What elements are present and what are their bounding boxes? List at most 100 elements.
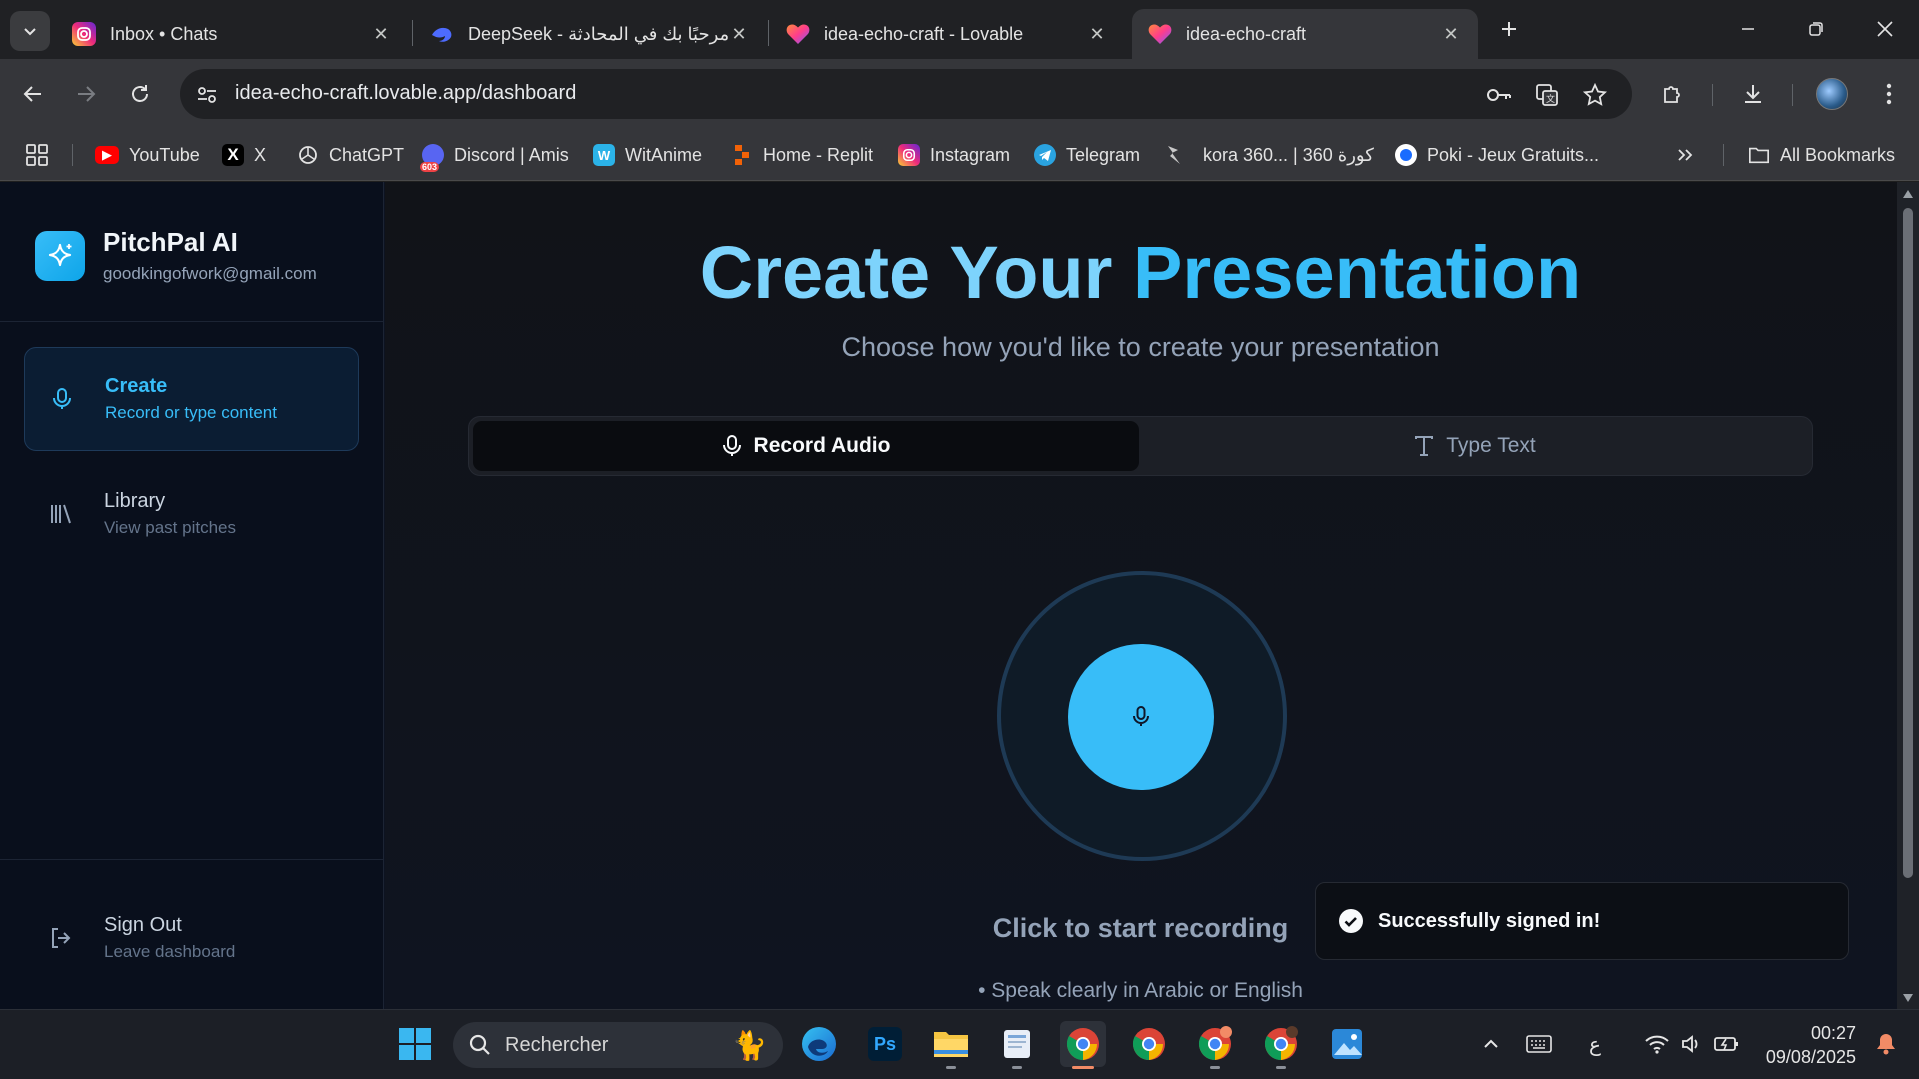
downloads-button[interactable]	[1736, 77, 1770, 111]
bookmark-poki[interactable]: Poki - Jeux Gratuits...	[1395, 141, 1599, 169]
windows-taskbar: Rechercher 🐈 Ps ع 00:27 09/08/2025	[0, 1009, 1919, 1079]
taskbar-chrome-profile-2[interactable]	[1192, 1021, 1238, 1069]
taskbar-photos[interactable]	[1324, 1021, 1370, 1067]
bookmark-label: Discord | Amis	[454, 144, 569, 165]
minimize-button[interactable]	[1726, 8, 1770, 50]
replit-icon	[731, 144, 753, 166]
forward-button[interactable]	[68, 76, 104, 112]
sidebar-item-library[interactable]: Library View past pitches	[24, 462, 359, 566]
deepseek-whale-icon	[430, 22, 454, 46]
tab-deepseek[interactable]: DeepSeek - مرحبًا بك في المحادثة ✕	[414, 9, 766, 59]
translate-icon[interactable]: 文	[1534, 82, 1560, 108]
tab-lovable-editor[interactable]: idea-echo-craft - Lovable ✕	[770, 9, 1124, 59]
bookmark-replit[interactable]: Home - Replit	[731, 141, 873, 169]
edge-icon	[802, 1027, 836, 1061]
sidebar: PitchPal AI goodkingofwork@gmail.com Cre…	[0, 182, 384, 1009]
recording-hint: • Speak clearly in Arabic or English	[978, 979, 1303, 1002]
toast-message: Successfully signed in!	[1378, 909, 1601, 932]
bookmark-discord[interactable]: 603 Discord | Amis	[420, 141, 569, 172]
reload-button[interactable]	[122, 76, 158, 112]
type-text-tab[interactable]: Type Text	[1141, 421, 1809, 471]
bookmark-label: YouTube	[129, 144, 200, 165]
clock-date[interactable]: 09/08/2025	[1740, 1047, 1856, 1068]
bookmark-star-icon[interactable]	[1582, 82, 1608, 108]
volume-icon	[1682, 1035, 1698, 1053]
bookmark-witanime[interactable]: W WitAnime	[593, 141, 702, 169]
telegram-icon	[1034, 144, 1056, 166]
start-recording-button[interactable]	[1068, 644, 1214, 790]
profile-avatar[interactable]	[1816, 78, 1848, 110]
bookmark-kora[interactable]: kora 360... | كورة 360	[1163, 141, 1374, 169]
bookmark-chatgpt[interactable]: ChatGPT	[297, 141, 404, 169]
sidebar-item-create[interactable]: Create Record or type content	[24, 347, 359, 451]
input-language-button[interactable]: ع	[1572, 1021, 1618, 1067]
page-subtitle: Choose how you'd like to create your pre…	[841, 332, 1440, 362]
chevron-up-icon	[1484, 1039, 1498, 1048]
browser-menu-button[interactable]	[1872, 77, 1906, 111]
discord-icon: 603	[420, 144, 444, 172]
sign-out-button[interactable]: Sign Out Leave dashboard	[24, 886, 359, 990]
start-button[interactable]	[392, 1021, 438, 1067]
chrome-icon	[1264, 1026, 1298, 1060]
taskbar-chrome-active[interactable]	[1060, 1021, 1106, 1069]
record-audio-tab[interactable]: Record Audio	[473, 421, 1139, 471]
page-title: Create Your Presentation	[385, 230, 1896, 315]
tab-search-button[interactable]	[10, 11, 50, 51]
restore-button[interactable]	[1794, 8, 1838, 50]
notifications-button[interactable]	[1866, 1021, 1906, 1067]
bookmark-label: Telegram	[1066, 144, 1141, 165]
bookmark-x[interactable]: X X	[222, 141, 266, 169]
close-tab-icon[interactable]: ✕	[370, 23, 392, 45]
record-audio-label: Record Audio	[753, 434, 891, 457]
brand-header: PitchPal AI goodkingofwork@gmail.com	[35, 227, 317, 284]
taskbar-file-explorer[interactable]	[928, 1021, 974, 1069]
all-bookmarks-label: All Bookmarks	[1780, 144, 1896, 165]
taskbar-edge[interactable]	[796, 1021, 842, 1067]
more-vert-icon	[1886, 83, 1892, 105]
back-button[interactable]	[15, 76, 51, 112]
tab-title: idea-echo-craft - Lovable	[824, 23, 1024, 44]
clock-time[interactable]: 00:27	[1740, 1023, 1856, 1044]
touch-keyboard-button[interactable]	[1516, 1021, 1562, 1067]
close-tab-icon[interactable]: ✕	[1440, 23, 1462, 45]
quick-settings-button[interactable]	[1630, 1021, 1754, 1067]
chatgpt-icon	[297, 144, 319, 166]
running-indicator	[1210, 1066, 1220, 1069]
kora-icon	[1163, 144, 1185, 166]
show-hidden-icons-button[interactable]	[1468, 1021, 1514, 1067]
browser-toolbar: idea-echo-craft.lovable.app/dashboard 文	[0, 59, 1919, 129]
taskbar-photoshop[interactable]: Ps	[862, 1021, 908, 1067]
apps-grid-button[interactable]	[26, 141, 48, 169]
more-bookmarks-button[interactable]	[1676, 141, 1694, 169]
taskbar-document-app[interactable]	[994, 1021, 1040, 1069]
bookmark-instagram[interactable]: Instagram	[898, 141, 1010, 169]
address-bar[interactable]: idea-echo-craft.lovable.app/dashboard 文	[180, 69, 1632, 119]
bookmark-telegram[interactable]: Telegram	[1034, 141, 1140, 169]
new-tab-button[interactable]	[1492, 12, 1526, 46]
toast-notification[interactable]: Successfully signed in!	[1315, 882, 1849, 960]
password-key-icon[interactable]	[1486, 82, 1512, 108]
scroll-down-icon[interactable]	[1902, 992, 1914, 1004]
library-icon	[46, 503, 76, 525]
close-window-button[interactable]	[1863, 8, 1907, 50]
close-tab-icon[interactable]: ✕	[728, 23, 750, 45]
running-indicator	[1072, 1066, 1094, 1069]
tab-idea-echo-craft[interactable]: idea-echo-craft ✕	[1132, 9, 1478, 59]
bookmark-youtube[interactable]: ▶ YouTube	[95, 141, 200, 169]
site-settings-icon[interactable]	[194, 82, 220, 108]
title-part-1: Create Your	[699, 231, 1113, 314]
taskbar-chrome-profile-3[interactable]	[1258, 1021, 1304, 1069]
chrome-icon	[1198, 1026, 1232, 1060]
tab-instagram-inbox[interactable]: Inbox • Chats ✕	[56, 9, 408, 59]
taskbar-search[interactable]: Rechercher 🐈	[453, 1022, 783, 1068]
extensions-button[interactable]	[1656, 77, 1690, 111]
taskbar-chrome[interactable]	[1126, 1021, 1172, 1067]
close-tab-icon[interactable]: ✕	[1086, 23, 1108, 45]
double-chevron-right-icon	[1678, 149, 1693, 161]
scroll-up-icon[interactable]	[1902, 188, 1914, 200]
all-bookmarks-button[interactable]: All Bookmarks	[1748, 141, 1895, 169]
sidebar-divider	[0, 321, 383, 322]
chevron-down-icon	[24, 28, 36, 36]
bookmarks-divider	[1723, 144, 1724, 166]
scrollbar-thumb[interactable]	[1903, 208, 1913, 878]
